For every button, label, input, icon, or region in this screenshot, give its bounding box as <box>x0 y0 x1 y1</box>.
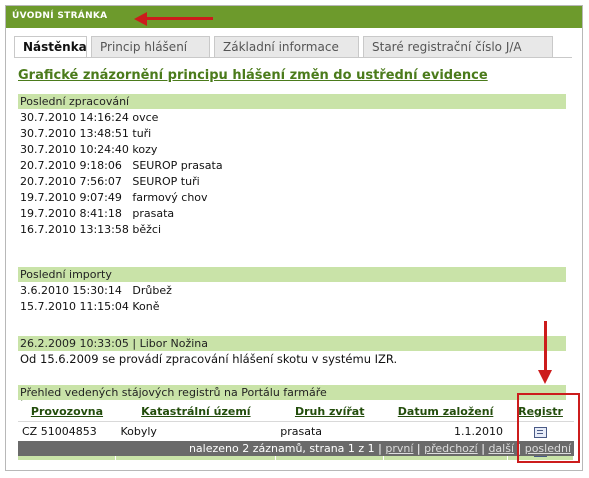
processing-row: 20.7.2010 7:56:07 SEUROP tuři <box>20 175 200 188</box>
column-header-provozovna[interactable]: Provozovna <box>18 401 116 422</box>
tab-stare-registracni-cislo[interactable]: Staré registrační číslo J/A <box>363 36 553 57</box>
processing-row: 20.7.2010 9:18:06 SEUROP prasata <box>20 159 223 172</box>
annotation-arrowhead-left <box>134 12 147 26</box>
column-header-druh-zvirat[interactable]: Druh zvířat <box>275 401 384 422</box>
pager-prev-link[interactable]: předchozí <box>424 442 478 455</box>
cell-uzemi: Kobyly <box>115 421 277 441</box>
annotation-arrow-horizontal <box>145 17 213 20</box>
pager-separator: | <box>477 442 489 455</box>
table-row: CZ 51004853 Kobyly prasata 1.1.2010 <box>18 421 574 441</box>
cell-provozovna: CZ 51004853 <box>18 421 117 441</box>
import-row: 15.7.2010 11:15:04 Koně <box>20 300 160 313</box>
pager-separator: | <box>413 442 425 455</box>
annotation-arrowhead-down <box>538 370 552 384</box>
column-header-datum-zalozeni[interactable]: Datum založení <box>383 401 508 422</box>
table-pager: nalezeno 2 záznamů, strana 1 z 1 | první… <box>18 441 574 456</box>
annotation-arrow-vertical <box>544 321 547 371</box>
tab-divider <box>14 57 572 58</box>
processing-row: 19.7.2010 8:41:18 prasata <box>20 207 175 220</box>
tab-princip-hlaseni[interactable]: Princip hlášení <box>91 36 210 57</box>
tab-zakladni-informace[interactable]: Základní informace <box>214 36 359 57</box>
cell-druh: prasata <box>275 421 385 441</box>
processing-row: 19.7.2010 9:07:49 farmový chov <box>20 191 208 204</box>
processing-section-title: Poslední zpracování <box>18 94 566 109</box>
processing-row: 30.7.2010 10:24:40 kozy <box>20 143 158 156</box>
main-frame: Úvodní stránka Nástěnka Princip hlášení … <box>5 5 583 471</box>
annotation-highlight-box <box>517 393 580 463</box>
registry-section-title: Přehled vedených stájových registrů na P… <box>18 385 566 400</box>
cell-datum: 1.1.2010 <box>383 421 508 441</box>
tab-nastenka[interactable]: Nástěnka <box>14 36 87 58</box>
page-title: Úvodní stránka <box>12 11 108 21</box>
news-header: 26.2.2009 10:33:05 | Libor Nožina <box>18 336 566 351</box>
import-row: 3.6.2010 15:30:14 Drůbež <box>20 284 172 297</box>
pager-separator: | <box>374 442 386 455</box>
processing-row: 30.7.2010 13:48:51 tuři <box>20 127 152 140</box>
pager-summary: nalezeno 2 záznamů, strana 1 z 1 <box>188 442 375 455</box>
page-header-bar: Úvodní stránka <box>6 6 582 28</box>
pager-next-link[interactable]: další <box>488 442 514 455</box>
column-header-katastralni-uzemi[interactable]: Katastrální území <box>115 401 276 422</box>
processing-row: 16.7.2010 13:13:58 běžci <box>20 223 162 236</box>
news-text: Od 15.6.2009 se provádí zpracování hláše… <box>20 352 398 366</box>
processing-row: 30.7.2010 14:16:24 ovce <box>20 111 159 124</box>
imports-section-title: Poslední importy <box>18 267 566 282</box>
pager-first-link[interactable]: první <box>385 442 413 455</box>
principle-diagram-link[interactable]: Grafické znázornění principu hlášení změ… <box>18 68 488 83</box>
